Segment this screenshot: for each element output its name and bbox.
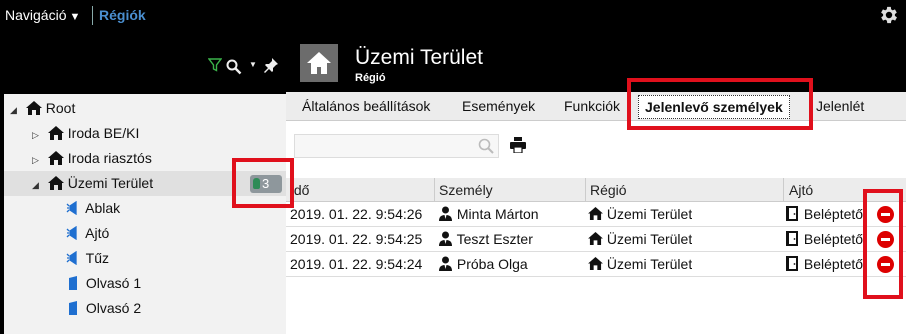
- tab-bar: Általános beállítások Események Funkciók…: [286, 92, 906, 121]
- tab-altalanos-beallitasok[interactable]: Általános beállítások: [302, 98, 430, 114]
- column-header-region[interactable]: Régió: [590, 182, 627, 198]
- tree-item-ajto[interactable]: Ajtó: [66, 221, 109, 246]
- divider: [92, 6, 93, 25]
- pin-icon[interactable]: [263, 57, 279, 73]
- region-tree: ◢ Root ▷ Iroda BE/KI ▷ Iroda riasztós ◢ …: [4, 94, 286, 334]
- column-header-door[interactable]: Ajtó: [789, 182, 813, 198]
- door-sensor-icon: [66, 251, 77, 265]
- column-divider[interactable]: [783, 178, 784, 202]
- region-tile: [300, 44, 338, 82]
- person-icon: [439, 206, 452, 221]
- tree-item-iroda-riasztos[interactable]: ▷ Iroda riasztós: [32, 146, 152, 171]
- highlight-box-badge: [232, 158, 294, 208]
- house-icon: [588, 207, 603, 220]
- cell-person: Próba Olga: [438, 256, 528, 272]
- house-icon: [588, 232, 603, 245]
- tab-esemenyek[interactable]: Események: [462, 98, 535, 114]
- tab-jelenlet[interactable]: Jelenlét: [816, 98, 864, 114]
- door-sensor-icon: [66, 201, 77, 215]
- top-bar: Navigáció ▼ Régiók: [0, 0, 906, 32]
- navigation-label: Navigáció: [5, 7, 67, 23]
- tree-item-label: Tűz: [85, 250, 109, 266]
- collapse-icon[interactable]: ◢: [10, 98, 22, 123]
- column-header-person[interactable]: Személy: [439, 182, 493, 198]
- search-icon[interactable]: [478, 138, 494, 154]
- door-icon: [786, 206, 798, 221]
- door-sensor-icon: [66, 226, 77, 240]
- chevron-down-icon: ▼: [69, 11, 81, 23]
- house-icon: [47, 126, 64, 140]
- chevron-down-icon[interactable]: ▼: [249, 60, 257, 69]
- person-icon: [439, 231, 452, 246]
- tree-item-label: Iroda BE/KI: [67, 125, 140, 141]
- house-icon: [588, 257, 603, 270]
- door-icon: [786, 231, 798, 246]
- navigation-menu-button[interactable]: Navigáció ▼: [5, 7, 80, 23]
- tree-item-label: Root: [45, 100, 76, 116]
- page-subtitle: Régió: [355, 72, 386, 84]
- column-divider[interactable]: [585, 178, 586, 202]
- tree-item-tuz[interactable]: Tűz: [66, 246, 109, 271]
- tree-item-olvaso-1[interactable]: Olvasó 1: [66, 271, 141, 296]
- cell-person: Minta Márton: [438, 206, 539, 222]
- tree-item-label: Ablak: [85, 200, 121, 216]
- tree-item-label: Olvasó 1: [85, 275, 142, 291]
- search-icon[interactable]: [226, 59, 242, 75]
- door-icon: [786, 256, 798, 271]
- table-row[interactable]: 2019. 01. 22. 9:54:25 Teszt Eszter Üzemi…: [286, 227, 906, 252]
- table-header: Idő Személy Régió Ajtó: [286, 178, 906, 202]
- table-row[interactable]: 2019. 01. 22. 9:54:24 Próba Olga Üzemi T…: [286, 252, 906, 277]
- cell-time: 2019. 01. 22. 9:54:25: [290, 231, 423, 247]
- sidebar-toolbar: ▼: [0, 40, 286, 82]
- collapse-icon[interactable]: ◢: [32, 173, 44, 198]
- reader-icon: [69, 301, 77, 315]
- cell-door: Beléptető: [786, 231, 866, 247]
- cell-region: Üzemi Terület: [588, 206, 692, 222]
- reader-icon: [69, 276, 77, 290]
- tree-item-label: Olvasó 2: [85, 300, 142, 316]
- house-icon: [307, 52, 331, 74]
- person-icon: [439, 256, 452, 271]
- expand-icon[interactable]: ▷: [32, 148, 44, 173]
- tree-item-label: Iroda riasztós: [67, 150, 152, 166]
- house-icon: [25, 101, 42, 115]
- cell-time: 2019. 01. 22. 9:54:26: [290, 206, 423, 222]
- search-input[interactable]: [294, 134, 499, 158]
- tree-item-iroda-be-ki[interactable]: ▷ Iroda BE/KI: [32, 121, 139, 146]
- highlight-box-tab: [627, 78, 813, 130]
- tab-funkciok[interactable]: Funkciók: [564, 98, 620, 114]
- expand-icon[interactable]: ▷: [32, 123, 44, 148]
- cell-region: Üzemi Terület: [588, 231, 692, 247]
- gear-icon[interactable]: [878, 4, 900, 26]
- tree-item-olvaso-2[interactable]: Olvasó 2: [66, 296, 141, 321]
- cell-door: Beléptető: [786, 206, 866, 222]
- column-divider[interactable]: [434, 178, 435, 202]
- table-row[interactable]: 2019. 01. 22. 9:54:26 Minta Márton Üzemi…: [286, 202, 906, 227]
- cell-region: Üzemi Terület: [588, 256, 692, 272]
- cell-door: Beléptető: [786, 256, 866, 272]
- printer-icon[interactable]: [510, 137, 526, 153]
- tree-item-ablak[interactable]: Ablak: [66, 196, 120, 221]
- main-content: Általános beállítások Események Funkciók…: [286, 92, 906, 334]
- cell-time: 2019. 01. 22. 9:54:24: [290, 256, 423, 272]
- house-icon: [47, 176, 64, 190]
- tree-item-label: Üzemi Terület: [67, 175, 154, 191]
- region-header: Üzemi Terület Régió: [292, 40, 906, 92]
- filter-icon[interactable]: [208, 58, 222, 72]
- breadcrumb[interactable]: Régiók: [99, 7, 146, 23]
- tree-item-root[interactable]: ◢ Root: [10, 96, 75, 121]
- cell-person: Teszt Eszter: [438, 231, 533, 247]
- page-title: Üzemi Terület: [355, 46, 483, 69]
- highlight-box-remove: [863, 189, 903, 299]
- house-icon: [47, 151, 64, 165]
- tree-item-label: Ajtó: [85, 225, 110, 241]
